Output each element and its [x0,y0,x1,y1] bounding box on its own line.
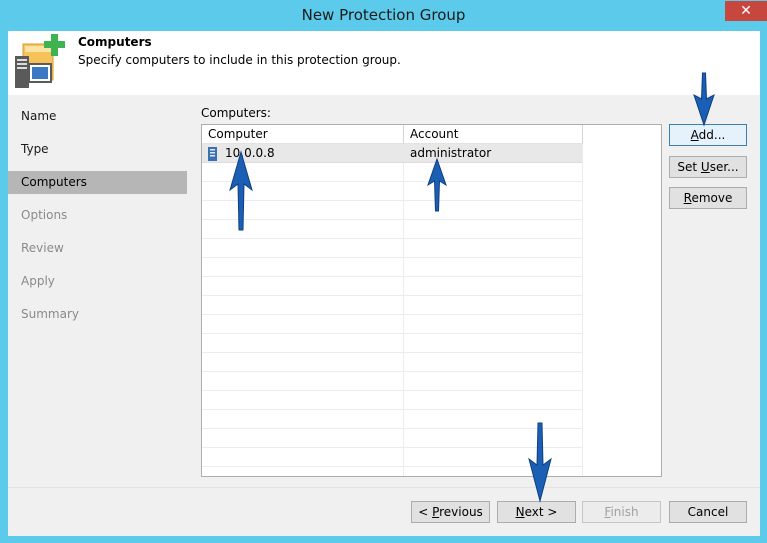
finish-button: Finish [582,501,661,523]
set-user-button[interactable]: Set User... [669,156,747,178]
computers-add-icon [15,34,65,88]
empty-row [202,429,582,448]
next-button[interactable]: Next > [497,501,576,523]
column-header-computer[interactable]: Computer [202,125,404,144]
next-key: N [515,505,525,519]
next-label-post: ext > [524,505,558,519]
previous-button[interactable]: < Previous [411,501,490,523]
empty-row [202,353,582,372]
annotation-arrow-down-icon [528,422,552,503]
add-button[interactable]: Add... [669,124,747,146]
set-user-key: U [700,160,710,174]
empty-row [202,391,582,410]
nav-step-name[interactable]: Name [8,105,187,128]
empty-row [202,220,582,239]
window-title: New Protection Group [301,6,466,24]
annotation-arrow-up-icon [229,150,253,231]
nav-step-type[interactable]: Type [8,138,187,161]
add-button-key: A [690,128,699,142]
nav-step-computers[interactable]: Computers [8,171,187,194]
finish-label-post: inish [610,505,639,519]
wizard-steps-nav: Name Type Computers Options Review Apply… [8,95,187,536]
add-button-label-post: dd... [698,128,726,142]
empty-row [202,448,582,467]
close-button[interactable]: ✕ [725,1,767,21]
wizard-header: Computers Specify computers to include i… [8,31,760,95]
empty-row [202,258,582,277]
empty-row [202,372,582,391]
title-bar: New Protection Group ✕ [0,0,767,31]
nav-step-summary: Summary [21,307,79,321]
empty-row [202,239,582,258]
remove-label-post: emove [691,191,733,205]
wizard-window: Computers Specify computers to include i… [8,31,760,536]
previous-label-pre: < [418,505,433,519]
step-description: Specify computers to include in this pro… [78,53,401,67]
column-header-account[interactable]: Account [404,125,583,144]
nav-step-apply: Apply [21,274,55,288]
empty-row [202,334,582,353]
empty-row [202,277,582,296]
cancel-button[interactable]: Cancel [669,501,747,523]
nav-step-review: Review [21,241,64,255]
empty-row [202,410,582,429]
step-title: Computers [78,35,152,49]
footer-divider [8,487,760,488]
table-row[interactable]: 10.0.0.8 administrator [202,144,582,163]
set-user-label-pre: Set [677,160,701,174]
nav-step-options: Options [21,208,68,222]
set-user-label-post: ser... [709,160,739,174]
empty-row [202,315,582,334]
empty-row [202,201,582,220]
previous-label-post: revious [439,505,483,519]
server-icon [208,147,217,161]
account-cell: administrator [410,146,492,160]
annotation-arrow-up-icon [427,157,447,212]
empty-row [202,163,582,182]
empty-row [202,296,582,315]
annotation-arrow-down-icon [693,72,715,127]
remove-button[interactable]: Remove [669,187,747,209]
empty-row [202,182,582,201]
computers-label: Computers: [201,106,271,120]
